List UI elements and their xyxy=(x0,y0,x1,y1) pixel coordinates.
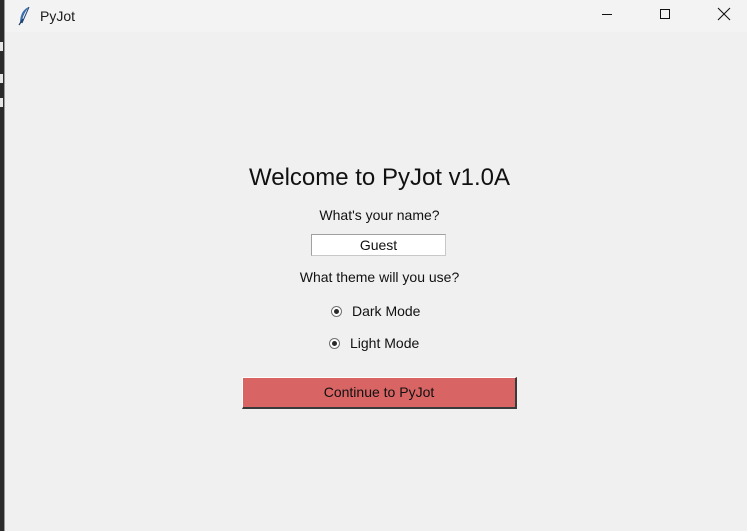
continue-button[interactable]: Continue to PyJot xyxy=(242,377,517,409)
feather-icon xyxy=(17,6,33,26)
background-text-fragment xyxy=(0,98,3,107)
maximize-icon xyxy=(659,7,671,25)
radio-selected-dot xyxy=(332,340,337,346)
radio-dark-mode[interactable]: Dark Mode xyxy=(331,301,420,321)
radio-light-mode-label[interactable]: Light Mode xyxy=(350,335,419,351)
name-input[interactable] xyxy=(311,234,446,256)
minimize-button[interactable] xyxy=(584,0,630,32)
close-icon xyxy=(717,7,731,26)
welcome-heading: Welcome to PyJot v1.0A xyxy=(249,164,510,191)
minimize-icon xyxy=(601,7,613,25)
background-text-fragment xyxy=(0,74,3,83)
radio-dark-mode-label[interactable]: Dark Mode xyxy=(352,303,420,319)
app-window: PyJot Welcome to PyJot v1.0A What's your… xyxy=(4,0,747,531)
maximize-button[interactable] xyxy=(642,0,688,32)
title-bar[interactable]: PyJot xyxy=(5,0,747,32)
name-label: What's your name? xyxy=(319,207,440,223)
close-button[interactable] xyxy=(701,0,747,32)
window-content: Welcome to PyJot v1.0A What's your name?… xyxy=(5,32,747,531)
window-title: PyJot xyxy=(40,8,76,24)
radio-selected-dot xyxy=(334,308,339,314)
radio-button-icon[interactable] xyxy=(329,337,340,349)
radio-button-icon[interactable] xyxy=(331,305,342,317)
theme-label: What theme will you use? xyxy=(299,269,460,285)
background-text-fragment xyxy=(0,42,3,51)
radio-light-mode[interactable]: Light Mode xyxy=(329,333,419,353)
